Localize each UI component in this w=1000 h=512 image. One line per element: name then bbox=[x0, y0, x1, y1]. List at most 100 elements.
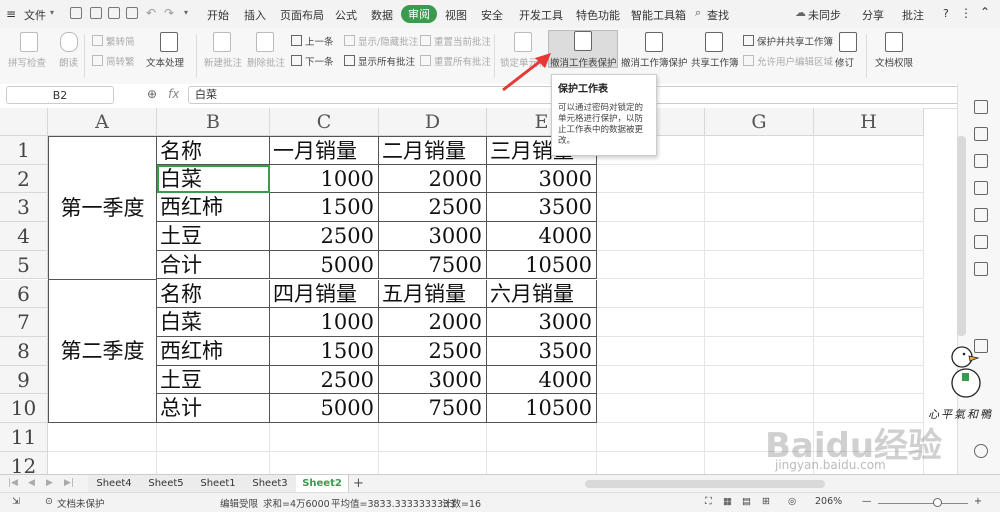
empty-cell[interactable] bbox=[705, 193, 814, 223]
save-icon[interactable] bbox=[70, 7, 82, 19]
column-header[interactable]: A bbox=[48, 108, 157, 136]
empty-cell[interactable] bbox=[157, 451, 270, 474]
prev-comment-button[interactable]: 上一条 bbox=[291, 34, 334, 48]
share-workbook-button[interactable]: 共享工作簿 bbox=[691, 55, 739, 69]
row-header[interactable]: 3 bbox=[0, 193, 48, 223]
last-sheet-icon[interactable]: ▶| bbox=[64, 478, 74, 488]
empty-cell[interactable] bbox=[48, 423, 157, 452]
sheet-tab-sheet1[interactable]: Sheet1 bbox=[192, 475, 245, 493]
empty-cell[interactable] bbox=[597, 222, 705, 251]
redo-icon[interactable]: ↷ bbox=[164, 6, 174, 20]
table-cell[interactable]: 二月销量 bbox=[379, 136, 487, 165]
table-cell[interactable]: 2000 bbox=[379, 164, 487, 194]
prev-sheet-icon[interactable]: ◀ bbox=[28, 478, 35, 488]
empty-cell[interactable] bbox=[487, 423, 597, 452]
empty-cell[interactable] bbox=[705, 164, 814, 194]
row-header[interactable]: 11 bbox=[0, 423, 48, 452]
zoom-slider-thumb[interactable] bbox=[933, 498, 942, 507]
empty-cell[interactable] bbox=[379, 423, 487, 452]
zoom-level[interactable]: 206% bbox=[815, 496, 842, 507]
print-icon[interactable] bbox=[108, 7, 120, 19]
table-cell[interactable]: 2500 bbox=[270, 222, 379, 251]
table-cell[interactable]: 1000 bbox=[270, 164, 379, 194]
next-sheet-icon[interactable]: ▶ bbox=[46, 478, 53, 488]
empty-cell[interactable] bbox=[814, 193, 924, 223]
vertical-scrollbar[interactable] bbox=[957, 136, 966, 336]
empty-cell[interactable] bbox=[814, 308, 924, 337]
shape-icon[interactable] bbox=[974, 154, 988, 168]
row-header[interactable]: 7 bbox=[0, 308, 48, 337]
empty-cell[interactable] bbox=[814, 222, 924, 251]
table-cell[interactable]: 土豆 bbox=[157, 222, 270, 251]
empty-cell[interactable] bbox=[597, 336, 705, 366]
column-header[interactable]: C bbox=[270, 108, 379, 136]
simp-to-trad-button[interactable]: 简转繁 bbox=[92, 54, 135, 68]
row-header[interactable]: 1 bbox=[0, 136, 48, 165]
backup-icon[interactable] bbox=[974, 262, 988, 276]
row-header[interactable]: 6 bbox=[0, 279, 48, 309]
sheet-tab-sheet4[interactable]: Sheet4 bbox=[88, 475, 141, 493]
fullscreen-icon[interactable]: ⛶ bbox=[705, 496, 712, 507]
show-hide-comment-button[interactable]: 显示/隐藏批注 bbox=[344, 34, 418, 48]
empty-cell[interactable] bbox=[814, 365, 924, 395]
search-icon[interactable]: ⌕ bbox=[695, 6, 701, 20]
text-process-button[interactable]: 文本处理 bbox=[146, 55, 184, 69]
empty-cell[interactable] bbox=[705, 250, 814, 280]
first-sheet-icon[interactable]: |◀ bbox=[8, 478, 18, 488]
empty-cell[interactable] bbox=[814, 136, 924, 165]
collapse-icon[interactable]: ⌃ bbox=[980, 5, 990, 19]
history-icon[interactable] bbox=[974, 444, 988, 458]
sync-status[interactable]: 未同步 bbox=[808, 7, 841, 23]
reset-current-comment-button[interactable]: 重置当前批注 bbox=[420, 34, 491, 48]
empty-cell[interactable] bbox=[597, 279, 705, 309]
empty-cell[interactable] bbox=[270, 423, 379, 452]
file-menu[interactable]: 文件 bbox=[24, 7, 46, 23]
empty-cell[interactable] bbox=[705, 365, 814, 395]
table-cell[interactable]: 2500 bbox=[379, 336, 487, 366]
unprotect-sheet-button[interactable]: 撤消工作表保护 bbox=[550, 55, 617, 69]
column-header[interactable]: B bbox=[157, 108, 270, 136]
table-cell[interactable]: 五月销量 bbox=[379, 279, 487, 309]
empty-cell[interactable] bbox=[814, 279, 924, 309]
table-cell[interactable]: 7500 bbox=[379, 394, 487, 423]
menu-icon[interactable]: ≡ bbox=[6, 7, 16, 21]
chart-icon[interactable] bbox=[974, 208, 988, 222]
empty-cell[interactable] bbox=[705, 222, 814, 251]
table-cell[interactable]: 白菜 bbox=[157, 308, 270, 337]
table-cell[interactable]: 3000 bbox=[487, 164, 597, 194]
column-header[interactable]: D bbox=[379, 108, 487, 136]
macro-icon[interactable]: ⇲ bbox=[12, 496, 20, 507]
page-break-icon[interactable]: ⊞ bbox=[762, 496, 770, 507]
sheet-tab-sheet3[interactable]: Sheet3 bbox=[244, 475, 297, 493]
next-comment-button[interactable]: 下一条 bbox=[291, 54, 334, 68]
doc-permission-button[interactable]: 文档权限 bbox=[875, 55, 913, 69]
empty-cell[interactable] bbox=[705, 136, 814, 165]
empty-cell[interactable] bbox=[597, 250, 705, 280]
tab-security[interactable]: 安全 bbox=[481, 7, 503, 23]
trad-to-simp-button[interactable]: 繁转简 bbox=[92, 34, 135, 48]
table-cell[interactable]: 3500 bbox=[487, 193, 597, 223]
table-cell[interactable]: 1500 bbox=[270, 193, 379, 223]
selected-cell[interactable]: 白菜 bbox=[157, 164, 270, 194]
tab-view[interactable]: 视图 bbox=[445, 7, 467, 23]
sheet-tab-sheet5[interactable]: Sheet5 bbox=[140, 475, 193, 493]
export-icon[interactable] bbox=[90, 7, 102, 19]
empty-cell[interactable] bbox=[705, 308, 814, 337]
empty-cell[interactable] bbox=[705, 336, 814, 366]
empty-cell[interactable] bbox=[597, 365, 705, 395]
row-header[interactable]: 9 bbox=[0, 365, 48, 395]
table-cell[interactable]: 10500 bbox=[487, 394, 597, 423]
tab-developer[interactable]: 开发工具 bbox=[519, 7, 563, 23]
table-cell[interactable]: 5000 bbox=[270, 394, 379, 423]
table-cell[interactable]: 10500 bbox=[487, 250, 597, 280]
comment-button[interactable]: 批注 bbox=[902, 7, 924, 23]
table-cell[interactable]: 4000 bbox=[487, 365, 597, 395]
table-cell[interactable]: 西红柿 bbox=[157, 193, 270, 223]
fx-icon[interactable]: fx bbox=[168, 87, 179, 101]
more-icon[interactable]: ⋮ bbox=[960, 6, 972, 20]
table-cell[interactable]: 名称 bbox=[157, 136, 270, 165]
row-header[interactable]: 10 bbox=[0, 394, 48, 423]
table-cell[interactable]: 3500 bbox=[487, 336, 597, 366]
doc-protection-status[interactable]: 文档未保护 bbox=[57, 496, 105, 510]
horizontal-scrollbar[interactable] bbox=[585, 480, 825, 488]
